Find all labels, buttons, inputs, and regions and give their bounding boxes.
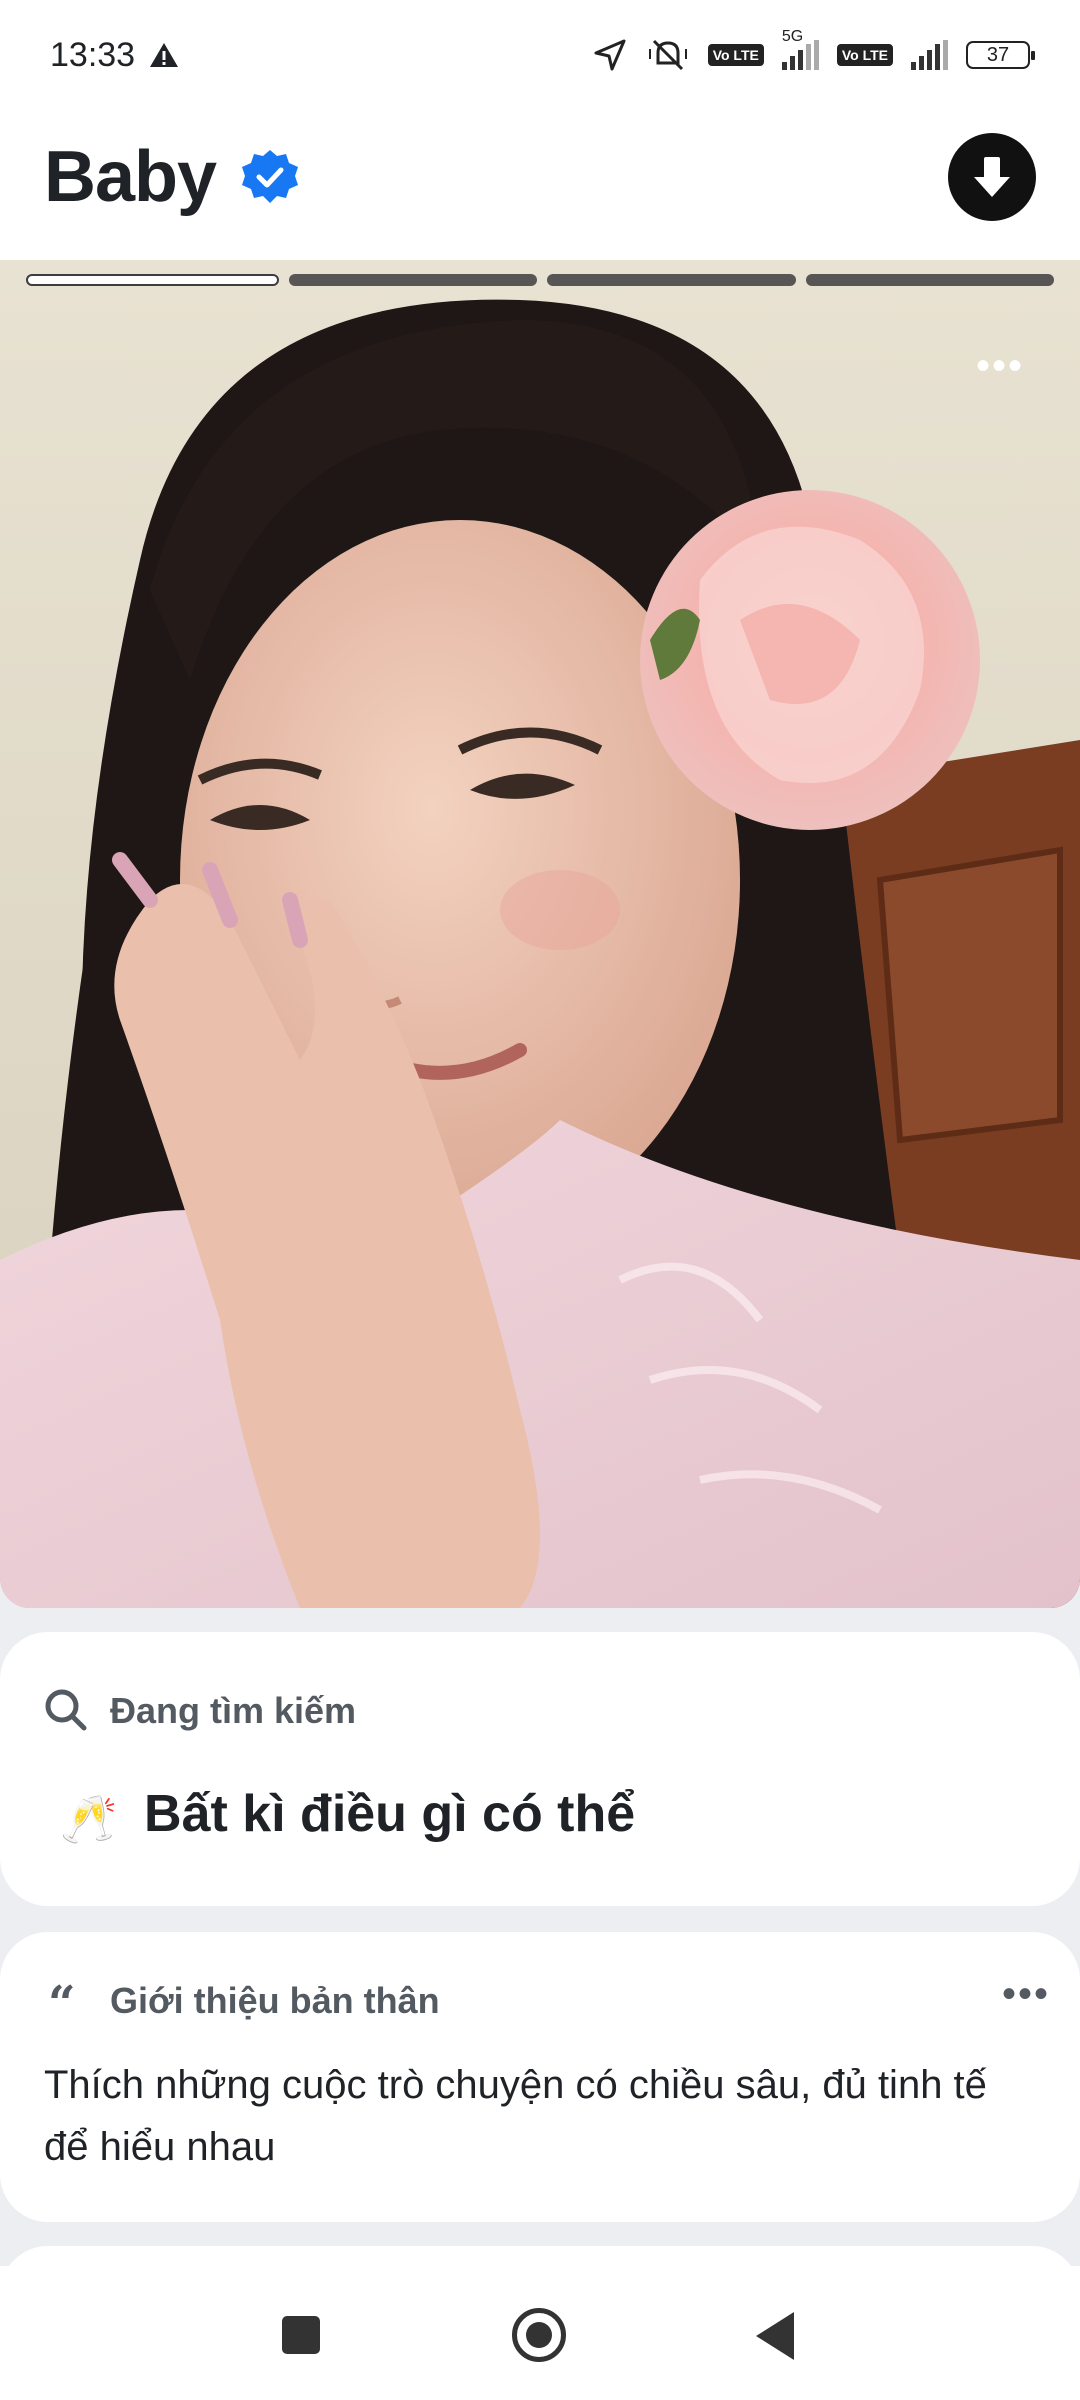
battery-level: 37 bbox=[986, 43, 1010, 66]
looking-for-label: Đang tìm kiếm bbox=[110, 1690, 357, 1731]
progress-segment-3 bbox=[547, 274, 796, 286]
photo-more-icon[interactable]: ••• bbox=[976, 346, 1024, 386]
progress-segment-1 bbox=[26, 274, 279, 286]
system-nav-bar bbox=[0, 2266, 1080, 2400]
profile-photo[interactable]: ••• bbox=[0, 260, 1080, 1608]
progress-segment-2 bbox=[288, 274, 537, 286]
photo-progress bbox=[26, 274, 1054, 286]
looking-for-card: Đang tìm kiếm 🥂 Bất kì điều gì có thể bbox=[0, 1632, 1080, 1906]
intro-more-icon[interactable]: ••• bbox=[1002, 1972, 1050, 2017]
back-icon[interactable] bbox=[756, 2312, 794, 2360]
status-time: 13:33 bbox=[50, 35, 136, 74]
profile-name: Baby bbox=[44, 137, 217, 217]
download-button[interactable] bbox=[948, 133, 1036, 221]
champagne-icon: 🥂 bbox=[60, 1793, 118, 1845]
volte-badge-1: Vo LTE bbox=[707, 44, 764, 66]
battery-icon: 37 bbox=[966, 41, 1035, 69]
recents-icon[interactable] bbox=[282, 2316, 320, 2354]
signal-icon-2 bbox=[911, 40, 948, 70]
signal-icon: 5G bbox=[781, 28, 819, 70]
verified-badge-icon bbox=[242, 150, 298, 203]
profile-header: Baby bbox=[0, 110, 1080, 260]
intro-text: Thích những cuộc trò chuyện có chiều sâu… bbox=[44, 2063, 987, 2169]
home-icon[interactable] bbox=[512, 2308, 566, 2362]
portrait-image bbox=[0, 260, 1080, 1608]
volte-badge-2: Vo LTE bbox=[836, 44, 893, 66]
quote-icon: “ bbox=[48, 1976, 76, 2032]
looking-for-value: Bất kì điều gì có thể bbox=[144, 1785, 636, 1843]
status-right: Vo LTE 5G Vo LTE 37 bbox=[592, 28, 1035, 73]
mute-icon bbox=[648, 39, 687, 71]
warning-icon bbox=[150, 43, 179, 67]
intro-label: Giới thiệu bản thân bbox=[110, 1980, 440, 2021]
arrow-down-icon bbox=[974, 157, 1010, 197]
progress-segment-4 bbox=[805, 274, 1054, 286]
intro-card: “ Giới thiệu bản thân ••• Thích những cu… bbox=[0, 1932, 1080, 2222]
location-icon bbox=[594, 39, 626, 71]
network-type: 5G bbox=[781, 28, 804, 45]
status-left: 13:33 bbox=[50, 36, 179, 75]
status-bar: 13:33 Vo LTE 5G Vo LTE 37 bbox=[0, 0, 1080, 110]
search-icon bbox=[45, 1689, 87, 1731]
